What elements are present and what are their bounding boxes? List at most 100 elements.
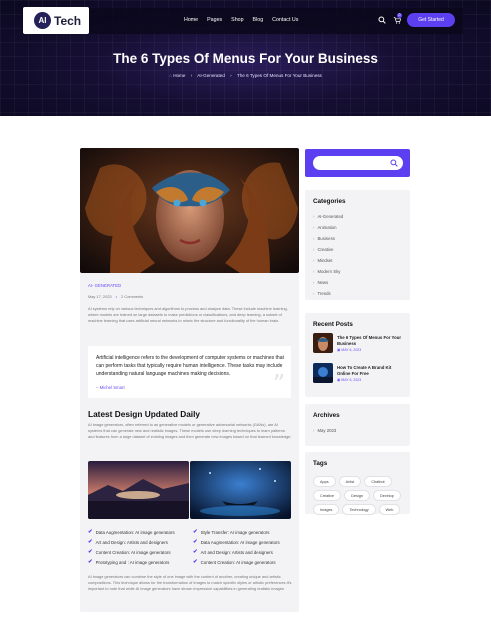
article-meta: May 17, 2023 • 2 Comments <box>88 294 143 299</box>
tag[interactable]: Chatbot <box>364 476 392 487</box>
list-item-text: Art and Design: Artists and designers <box>200 549 273 555</box>
search-input[interactable] <box>313 156 403 170</box>
blockquote: Artificial intelligence refers to the de… <box>88 346 291 398</box>
logo-mark: AI <box>34 12 51 29</box>
check-icon: ✔ <box>193 559 198 565</box>
category-label: Trends <box>317 291 331 296</box>
checklist-right: ✔ Style Transfer: AI image generators ✔ Da… <box>193 527 280 567</box>
check-icon: ✔ <box>193 549 198 555</box>
breadcrumb-category[interactable]: AI-Generated <box>197 73 225 78</box>
archives-list: › May 2023 <box>313 428 336 439</box>
list-item: ✔ Data Augmentation: AI image generators <box>88 527 175 537</box>
cart-count-badge: 0 <box>397 13 402 18</box>
list-item-text: Style Transfer: AI image generators <box>200 529 270 535</box>
check-icon: ✔ <box>88 529 93 535</box>
list-item: ✔ Art and Design: Artists and designers <box>88 537 175 547</box>
tag[interactable]: Design <box>344 490 370 501</box>
chevron-right-icon: › <box>313 258 315 263</box>
nav-link-blog[interactable]: Blog <box>253 17 264 23</box>
gallery-image-1 <box>88 461 189 519</box>
post-date-text: MAY 6, 2023 <box>341 378 362 382</box>
tag[interactable]: Develop <box>372 490 401 501</box>
list-item: ✔ Art and Design: Artists and designers <box>193 547 280 557</box>
nav-link-shop[interactable]: Shop <box>231 17 243 23</box>
chevron-right-icon: › <box>313 269 315 274</box>
archives-title: Archives <box>313 412 340 419</box>
chevron-right-icon: › <box>313 214 315 219</box>
category-label: Modern Sky <box>317 269 341 274</box>
category-link[interactable]: › AI-Generated <box>313 214 343 225</box>
page-title: The 6 Types Of Menus For Your Business <box>113 51 378 66</box>
nav-link-home[interactable]: Home <box>184 17 198 23</box>
search-icon[interactable] <box>390 159 398 167</box>
categories-list: › AI-Generated › Animation › Business › Crea… <box>313 214 343 302</box>
post-title[interactable]: The 6 Types Of Menus For Your Business <box>337 335 405 347</box>
chevron-right-icon: › <box>313 236 315 241</box>
check-icon: ✔ <box>88 549 93 555</box>
featured-image <box>80 148 299 273</box>
tag[interactable]: Technology <box>342 504 376 515</box>
list-item: ✔ Content Creation: AI image generators <box>193 557 280 567</box>
tags-title: Tags <box>313 460 328 467</box>
recent-posts-widget: Recent Posts The 6 Types Of Menus For Yo… <box>305 313 410 397</box>
archive-link[interactable]: › May 2023 <box>313 428 336 439</box>
dot-separator: • <box>115 294 118 299</box>
check-icon: ✔ <box>193 539 198 545</box>
chevron-right-icon: › <box>190 73 193 78</box>
category-link[interactable]: › Creative <box>313 247 343 258</box>
gallery-image-2 <box>190 461 291 519</box>
list-item-text: Content Creation: AI image generators <box>95 549 171 555</box>
breadcrumb-home[interactable]: Home <box>173 73 185 78</box>
logo[interactable]: AI Tech <box>23 7 89 34</box>
tag[interactable]: Images <box>313 504 340 515</box>
list-item-text: Art and Design: Artists and designers <box>95 539 168 545</box>
article-intro: AI systems rely on various techniques an… <box>88 306 288 323</box>
tag[interactable]: Apps <box>313 476 336 487</box>
article-paragraph: AI image generators, often referred to a… <box>88 422 292 439</box>
recent-post[interactable]: The 6 Types Of Menus For Your Business ▣… <box>313 333 405 355</box>
logo-text: Tech <box>54 13 82 28</box>
nav-link-pages[interactable]: Pages <box>207 17 222 23</box>
category-link[interactable]: › Mindset <box>313 258 343 269</box>
list-item-text: Data Augmentation: AI image generators <box>95 529 175 535</box>
tag[interactable]: Web <box>378 504 401 515</box>
category-link[interactable]: › Modern Sky <box>313 269 343 280</box>
category-label: Mindset <box>317 258 333 263</box>
category-link[interactable]: › Business <box>313 236 343 247</box>
nav-links: Home Pages Shop Blog Contact Us <box>184 17 298 23</box>
category-label: News <box>317 280 329 285</box>
category-link[interactable]: › News <box>313 280 343 291</box>
chevron-right-icon: › <box>313 225 315 230</box>
quote-author: – Michel Smart <box>96 385 125 390</box>
tag[interactable]: Artist <box>338 476 362 487</box>
nav-link-contact[interactable]: Contact Us <box>272 17 298 23</box>
post-date: ▣ MAY 6, 2023 <box>337 348 361 352</box>
check-icon: ✔ <box>88 539 93 545</box>
archive-label: May 2023 <box>317 428 337 433</box>
tag[interactable]: Creative <box>313 490 342 501</box>
category-label: Business <box>317 236 335 241</box>
get-started-button[interactable]: Get Started <box>407 13 455 27</box>
quote-icon: ” <box>272 370 285 398</box>
post-title[interactable]: How To Create A Brand Kit Online For Fre… <box>337 365 405 377</box>
list-item: ✔ Content Creation: AI image generators <box>88 547 175 557</box>
categories-widget: Categories › AI-Generated › Animation › Bus… <box>305 190 410 300</box>
article-comments[interactable]: 2 Comments <box>121 294 143 299</box>
category-link[interactable]: › Trends <box>313 291 343 302</box>
chevron-right-icon: › <box>313 291 315 296</box>
category-link[interactable]: › Animation <box>313 225 343 236</box>
category-label: Animation <box>317 225 337 230</box>
post-thumbnail[interactable] <box>313 333 333 353</box>
article-category[interactable]: AI- GENERATED <box>88 283 121 288</box>
post-date-text: MAY 6, 2023 <box>341 348 362 352</box>
post-thumbnail[interactable] <box>313 363 333 383</box>
article-date: May 17, 2023 <box>88 294 112 299</box>
list-item: ✔ Style Transfer: AI image generators <box>193 527 280 537</box>
tags-widget: Tags Apps Artist Chatbot Creative Design… <box>305 452 410 515</box>
recent-post[interactable]: How To Create A Brand Kit Online For Fre… <box>313 363 405 385</box>
post-date: ▣ MAY 6, 2023 <box>337 378 361 382</box>
search-icon[interactable] <box>378 16 386 24</box>
chevron-right-icon: › <box>313 247 315 252</box>
tag-cloud: Apps Artist Chatbot Creative Design Deve… <box>313 476 405 515</box>
section-heading: Latest Design Updated Daily <box>88 409 201 419</box>
